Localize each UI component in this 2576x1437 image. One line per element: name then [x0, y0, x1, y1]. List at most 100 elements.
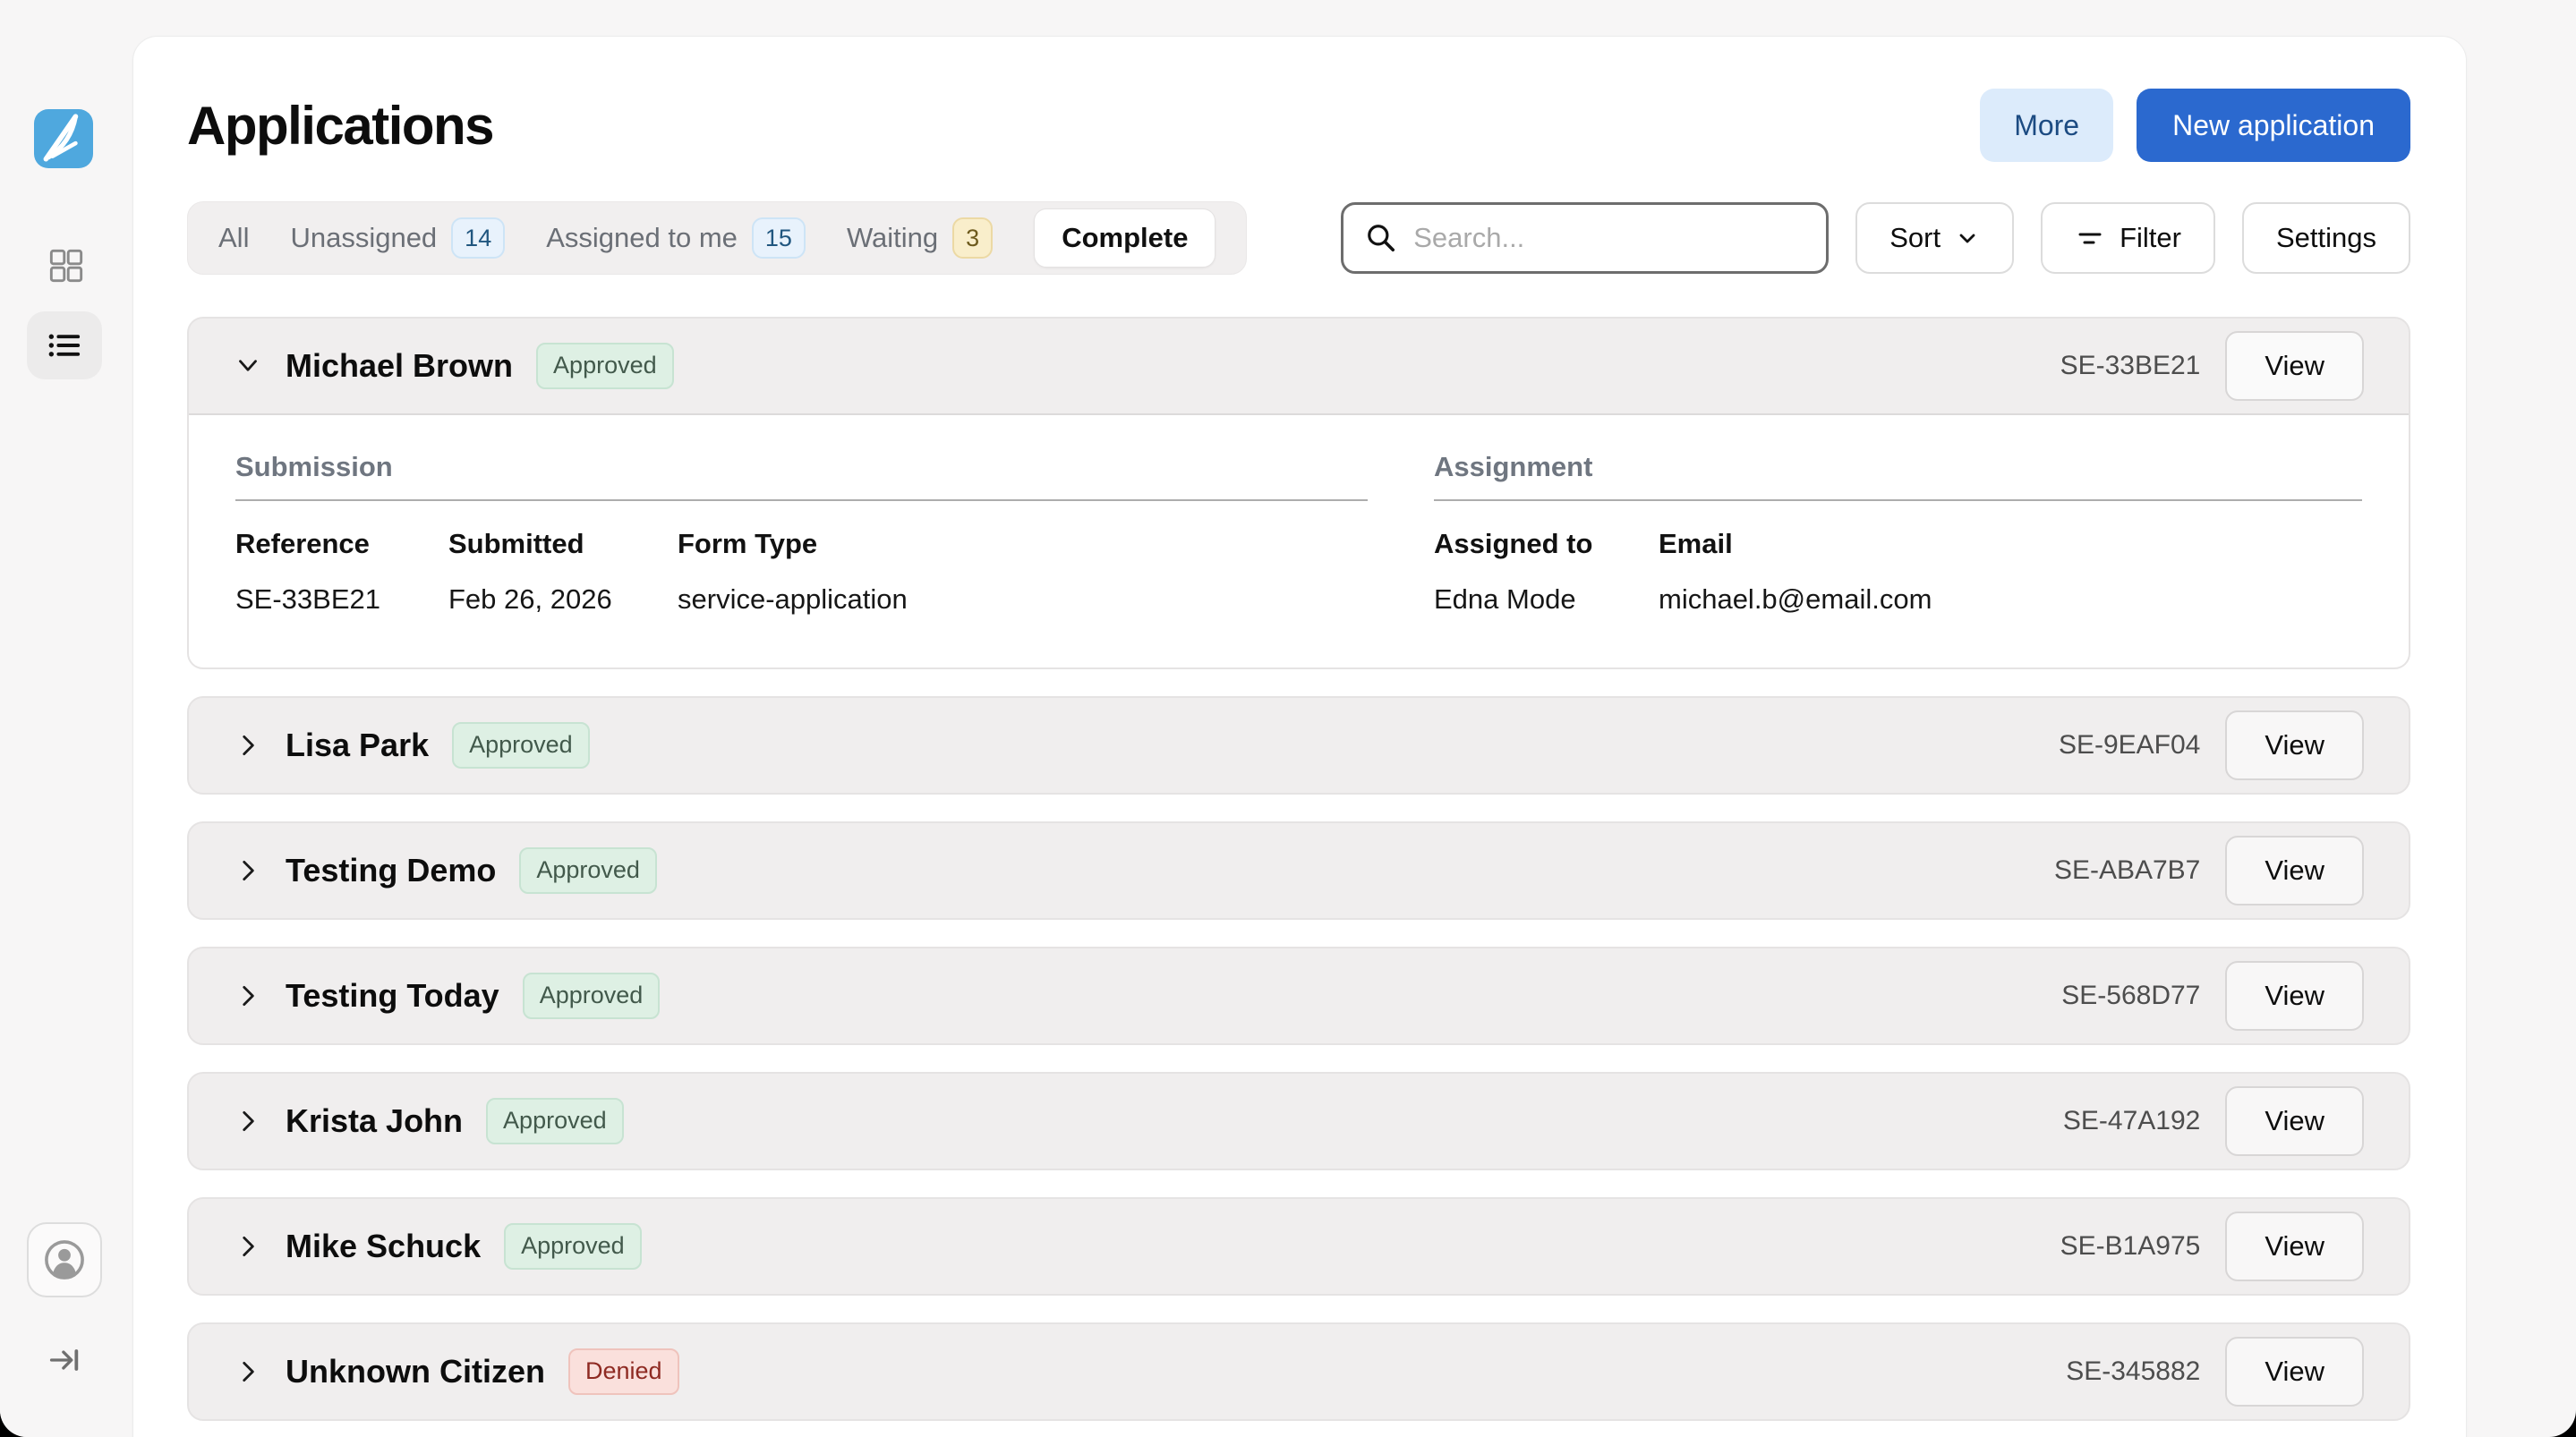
app-logo[interactable] [34, 109, 93, 168]
value-form-type: service-application [678, 583, 1368, 616]
column-header-reference: Reference [235, 528, 448, 560]
submission-section: Submission Reference Submitted Form Type… [235, 451, 1368, 616]
view-button[interactable]: View [2225, 836, 2364, 906]
page-title: Applications [187, 95, 493, 157]
applicant-name: Testing Demo [286, 852, 496, 889]
user-account-button[interactable] [27, 1222, 102, 1297]
value-assigned-to: Edna Mode [1434, 583, 1659, 616]
column-header-submitted: Submitted [448, 528, 678, 560]
view-button[interactable]: View [2225, 710, 2364, 780]
tab-complete[interactable]: Complete [1034, 208, 1215, 268]
row-left: Unknown Citizen Denied [234, 1348, 679, 1395]
tab-waiting[interactable]: Waiting 3 [847, 217, 993, 259]
tab-count-badge: 3 [952, 217, 993, 259]
status-badge: Denied [568, 1348, 679, 1395]
tab-all[interactable]: All [218, 222, 249, 254]
status-badge: Approved [486, 1098, 624, 1144]
status-badge: Approved [504, 1223, 642, 1270]
application-detail: Submission Reference Submitted Form Type… [189, 413, 2409, 667]
application-card: Testing Today Approved SE-568D77 View [187, 947, 2410, 1045]
tab-label: Unassigned [290, 222, 437, 254]
assignment-values: Edna Mode michael.b@email.com [1434, 583, 2362, 616]
sidebar-item-dashboard[interactable] [48, 248, 84, 284]
application-row[interactable]: Mike Schuck Approved SE-B1A975 View [189, 1199, 2409, 1294]
main-panel: Applications More New application All Un… [132, 36, 2467, 1437]
divider [235, 499, 1368, 501]
reference-code: SE-345882 [2066, 1356, 2200, 1387]
more-button[interactable]: More [1980, 89, 2113, 162]
column-header-email: Email [1659, 528, 2362, 560]
row-left: Testing Today Approved [234, 973, 660, 1019]
collapse-sidebar-button[interactable] [47, 1342, 82, 1378]
applicant-name: Krista John [286, 1102, 463, 1140]
application-row[interactable]: Testing Today Approved SE-568D77 View [189, 948, 2409, 1043]
submission-heading: Submission [235, 451, 1368, 483]
status-badge: Approved [452, 722, 590, 769]
applicant-name: Testing Today [286, 977, 499, 1015]
chevron-right-icon [234, 1357, 262, 1386]
settings-label: Settings [2276, 222, 2376, 254]
tab-assigned-to-me[interactable]: Assigned to me 15 [546, 217, 806, 259]
tab-unassigned[interactable]: Unassigned 14 [290, 217, 505, 259]
reference-code: SE-568D77 [2061, 981, 2200, 1011]
value-email: michael.b@email.com [1659, 583, 2362, 616]
assignment-heading: Assignment [1434, 451, 2362, 483]
row-right: SE-9EAF04 View [2059, 710, 2364, 780]
status-tabs: All Unassigned 14 Assigned to me 15 Wait… [187, 201, 1247, 275]
application-row-header[interactable]: Michael Brown Approved SE-33BE21 View [189, 319, 2409, 413]
reference-code: SE-33BE21 [2060, 351, 2201, 381]
logo-swoosh-icon [34, 109, 93, 168]
application-row[interactable]: Testing Demo Approved SE-ABA7B7 View [189, 823, 2409, 918]
chevron-down-icon [234, 352, 262, 380]
filter-label: Filter [2120, 222, 2181, 254]
tab-label: Assigned to me [546, 222, 738, 254]
status-badge: Approved [519, 847, 657, 894]
view-button[interactable]: View [2225, 331, 2364, 401]
assignment-column-headers: Assigned to Email [1434, 528, 2362, 560]
application-card: Unknown Citizen Denied SE-345882 View [187, 1322, 2410, 1421]
sort-button[interactable]: Sort [1855, 202, 2014, 274]
application-card-expanded: Michael Brown Approved SE-33BE21 View Su… [187, 317, 2410, 669]
search-box [1341, 202, 1829, 274]
row-left: Testing Demo Approved [234, 847, 657, 894]
view-button[interactable]: View [2225, 1212, 2364, 1281]
submission-values: SE-33BE21 Feb 26, 2026 service-applicati… [235, 583, 1368, 616]
value-submitted: Feb 26, 2026 [448, 583, 678, 616]
reference-code: SE-ABA7B7 [2054, 855, 2200, 886]
view-button[interactable]: View [2225, 961, 2364, 1031]
search-input[interactable] [1413, 222, 1804, 254]
view-button[interactable]: View [2225, 1337, 2364, 1407]
grid-icon [48, 248, 84, 284]
reference-code: SE-9EAF04 [2059, 730, 2200, 761]
row-right: SE-47A192 View [2063, 1086, 2364, 1156]
header-actions: More New application [1980, 89, 2410, 162]
row-left: Lisa Park Approved [234, 722, 590, 769]
person-circle-icon [43, 1238, 86, 1281]
status-badge: Approved [523, 973, 661, 1019]
applicant-name: Unknown Citizen [286, 1353, 545, 1390]
application-row[interactable]: Lisa Park Approved SE-9EAF04 View [189, 698, 2409, 793]
chevron-right-icon [234, 1107, 262, 1135]
settings-button[interactable]: Settings [2242, 202, 2410, 274]
applicant-name: Michael Brown [286, 347, 513, 385]
arrow-to-bar-icon [47, 1342, 82, 1378]
application-row[interactable]: Unknown Citizen Denied SE-345882 View [189, 1324, 2409, 1419]
screen: Applications More New application All Un… [0, 0, 2576, 1437]
application-card: Lisa Park Approved SE-9EAF04 View [187, 696, 2410, 795]
row-right: SE-568D77 View [2061, 961, 2364, 1031]
new-application-button[interactable]: New application [2137, 89, 2410, 162]
application-row[interactable]: Krista John Approved SE-47A192 View [189, 1074, 2409, 1169]
sidebar-item-applications-list[interactable] [27, 311, 102, 379]
assignment-section: Assignment Assigned to Email Edna Mode m… [1434, 451, 2362, 616]
filter-button[interactable]: Filter [2041, 202, 2215, 274]
chevron-right-icon [234, 731, 262, 760]
reference-code: SE-B1A975 [2060, 1231, 2201, 1262]
page-header: Applications More New application [187, 89, 2410, 162]
tab-label: Waiting [847, 222, 938, 254]
row-left: Krista John Approved [234, 1098, 624, 1144]
view-button[interactable]: View [2225, 1086, 2364, 1156]
tab-count-badge: 15 [752, 217, 806, 259]
search-icon [1365, 222, 1397, 254]
application-card: Mike Schuck Approved SE-B1A975 View [187, 1197, 2410, 1296]
toolbar: All Unassigned 14 Assigned to me 15 Wait… [187, 201, 2410, 275]
